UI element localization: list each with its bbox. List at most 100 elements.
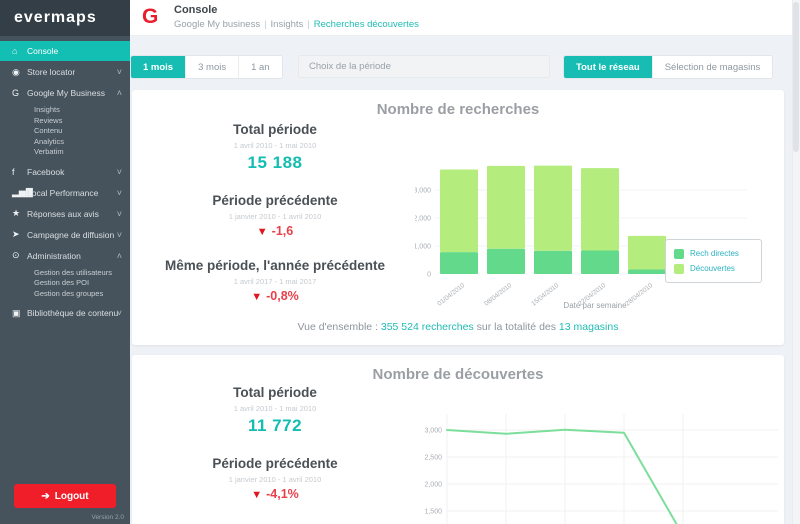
legend-item-rech-directes: Rech directes bbox=[674, 246, 753, 261]
card-title: Nombre de découvertes bbox=[372, 366, 544, 383]
stat-value: 15 188 bbox=[247, 153, 303, 172]
svg-text:15/04/2010: 15/04/2010 bbox=[530, 282, 560, 308]
svg-text:2,500: 2,500 bbox=[424, 455, 442, 462]
send-icon: ➤ bbox=[12, 229, 20, 239]
evermaps-console-app: evermaps ⌂ Console ◉ Store locator ˅ G Google … bbox=[0, 0, 800, 524]
stat-heading: Même période, l'année précédente bbox=[164, 258, 386, 273]
period-selector: 1 mois 3 mois 1 an bbox=[130, 55, 283, 79]
sidebar-item-local-performance[interactable]: ▂▅▇ Local Performance ˅ bbox=[0, 183, 130, 203]
card-title: Nombre de recherches bbox=[376, 101, 540, 118]
sidebar-item-campagne-de-diffusion[interactable]: ➤ Campagne de diffusion ˅ bbox=[0, 225, 130, 245]
stat-heading: Période précédente bbox=[212, 193, 338, 208]
breadcrumb-item-recherches-decouvertes[interactable]: Recherches découvertes bbox=[314, 19, 419, 30]
period-button-1-an[interactable]: 1 an bbox=[238, 56, 282, 78]
network-button-selection-de-magasins[interactable]: Sélection de magasins bbox=[651, 56, 773, 78]
network-button-tout-le-reseau[interactable]: Tout le réseau bbox=[564, 56, 652, 78]
svg-text:3,000: 3,000 bbox=[424, 428, 442, 435]
google-logo-icon: G bbox=[142, 5, 159, 28]
overview-text: sur la totalité des bbox=[473, 321, 559, 333]
logout-icon: ➔ bbox=[41, 490, 50, 502]
legend-swatch bbox=[674, 248, 684, 259]
down-arrow-icon: ▼ bbox=[256, 226, 268, 238]
svg-text:1,000: 1,000 bbox=[415, 244, 431, 251]
chevron-down-icon: ˅ bbox=[116, 67, 122, 77]
sidebar-subitem-reviews[interactable]: Reviews bbox=[0, 116, 130, 127]
sidebar-subitem-contenu[interactable]: Contenu bbox=[0, 126, 130, 137]
stat-heading: Période précédente bbox=[212, 456, 338, 471]
sidebar-item-console[interactable]: ⌂ Console bbox=[0, 41, 130, 61]
chart-legend: Rech directes Découvertes bbox=[665, 239, 762, 283]
sidebar-subitem-analytics[interactable]: Analytics bbox=[0, 137, 130, 148]
sidebar-item-label: Campagne de diffusion bbox=[27, 229, 115, 240]
svg-text:2,000: 2,000 bbox=[415, 216, 431, 223]
sidebar-subitem-gestion-des-utilisateurs[interactable]: Gestion des utilisateurs bbox=[0, 268, 130, 279]
sidebar-item-label: Store locator bbox=[27, 67, 76, 77]
facebook-icon: f bbox=[12, 166, 15, 177]
sidebar-item-store-locator[interactable]: ◉ Store locator ˅ bbox=[0, 62, 130, 82]
chevron-up-icon: ˄ bbox=[116, 250, 122, 261]
breadcrumb-separator: | bbox=[264, 19, 267, 30]
sidebar-subitem-verbatim[interactable]: Verbatim bbox=[0, 147, 130, 158]
overview-summary: Vue d'ensemble : 355 524 recherches sur … bbox=[132, 321, 784, 333]
sidebar-subitem-insights[interactable]: Insights bbox=[0, 105, 130, 116]
home-icon: ⌂ bbox=[12, 46, 18, 56]
stat-block-periode-precedente: Période précédente 1 janvier 2010 - 1 avr… bbox=[150, 193, 400, 238]
svg-text:1,500: 1,500 bbox=[424, 509, 442, 516]
sidebar-subgroup-google-my-business: Insights Reviews Contenu Analytics Verbatim bbox=[0, 105, 130, 158]
admin-icon: ⊙ bbox=[12, 250, 20, 260]
logout-button[interactable]: ➔ Logout bbox=[14, 484, 116, 508]
logout-label: Logout bbox=[54, 490, 89, 502]
sidebar-item-label: Administration bbox=[27, 250, 81, 261]
stats-decouvertes: Total période 1 avril 2010 - 1 mai 2010 11… bbox=[150, 385, 400, 521]
chart-bars-icon: ▂▅▇ bbox=[12, 187, 33, 197]
chevron-down-icon: ˅ bbox=[116, 229, 122, 240]
stat-value: 11 772 bbox=[247, 416, 303, 435]
sidebar-item-facebook[interactable]: f Facebook ˅ bbox=[0, 162, 130, 182]
stat-delta: ▼ -0,8% bbox=[150, 289, 400, 303]
chevron-down-icon: ˅ bbox=[116, 308, 122, 318]
scrollbar[interactable] bbox=[792, 0, 800, 524]
down-arrow-icon: ▼ bbox=[251, 489, 263, 501]
sidebar-item-label: Local Performance bbox=[27, 187, 99, 198]
breadcrumb-item-google-my-business[interactable]: Google My business bbox=[174, 19, 260, 30]
library-icon: ▣ bbox=[12, 307, 21, 318]
page-title: Console bbox=[174, 4, 218, 16]
sidebar-subitem-gestion-des-poi[interactable]: Gestion des POI bbox=[0, 278, 130, 289]
bar-chart-recherches: 0 1,000 2,000 3,000 01/04/2010 08/04/2010 15/0… bbox=[415, 165, 747, 310]
chevron-up-icon: ˄ bbox=[116, 88, 122, 98]
sidebar-subitem-gestion-des-groupes[interactable]: Gestion des groupes bbox=[0, 289, 130, 300]
svg-text:3,000: 3,000 bbox=[415, 188, 431, 195]
svg-text:08/04/2010: 08/04/2010 bbox=[483, 282, 513, 308]
sidebar-item-label: Réponses aux avis bbox=[27, 208, 99, 219]
stat-dates: 1 avril 2010 - 1 mai 2010 bbox=[233, 404, 317, 413]
stat-dates: 1 avril 2010 - 1 mai 2010 bbox=[233, 141, 317, 150]
breadcrumb: Google My business | Insights | Recherches d… bbox=[174, 19, 419, 30]
period-button-1-mois[interactable]: 1 mois bbox=[131, 56, 186, 78]
sidebar-subgroup-administration: Gestion des utilisateurs Gestion des POI G… bbox=[0, 268, 130, 300]
network-selector: Tout le réseau Sélection de magasins bbox=[563, 55, 774, 79]
stat-block-periode-precedente: Période précédente 1 janvier 2010 - 1 avr… bbox=[150, 456, 400, 501]
scrollbar-thumb[interactable] bbox=[793, 2, 799, 152]
sidebar-item-administration[interactable]: ⊙ Administration ˄ bbox=[0, 246, 130, 266]
period-button-3-mois[interactable]: 3 mois bbox=[185, 56, 239, 78]
overview-text: Vue d'ensemble : bbox=[297, 321, 381, 333]
legend-swatch bbox=[674, 263, 684, 274]
down-arrow-icon: ▼ bbox=[251, 291, 263, 303]
sidebar-item-google-my-business[interactable]: G Google My Business ˄ bbox=[0, 83, 130, 103]
sidebar-nav: ⌂ Console ◉ Store locator ˅ G Google My Busine… bbox=[0, 36, 130, 323]
legend-label: Rech directes bbox=[690, 249, 739, 258]
stat-block-total-periode: Total période 1 avril 2010 - 1 mai 2010 11… bbox=[150, 385, 400, 436]
pin-icon: ◉ bbox=[12, 66, 20, 77]
google-icon: G bbox=[12, 88, 20, 98]
date-range-input[interactable] bbox=[298, 55, 550, 78]
header: G Console Google My business | Insights | Re… bbox=[130, 0, 800, 36]
svg-text:28/04/2010: 28/04/2010 bbox=[624, 282, 654, 308]
chevron-down-icon: ˅ bbox=[116, 166, 122, 177]
stat-delta-value: -1,6 bbox=[271, 224, 294, 238]
sidebar-item-label: Console bbox=[27, 46, 59, 56]
breadcrumb-item-insights[interactable]: Insights bbox=[271, 19, 304, 30]
sidebar-item-reponses-aux-avis[interactable]: ★ Réponses aux avis ˅ bbox=[0, 204, 130, 224]
sidebar-item-bibliotheque-de-contenu[interactable]: ▣ Bibliothèque de contenu ˅ bbox=[0, 303, 130, 323]
svg-text:01/04/2010: 01/04/2010 bbox=[436, 282, 466, 308]
stat-dates: 1 avril 2017 - 1 mai 2017 bbox=[233, 277, 317, 286]
